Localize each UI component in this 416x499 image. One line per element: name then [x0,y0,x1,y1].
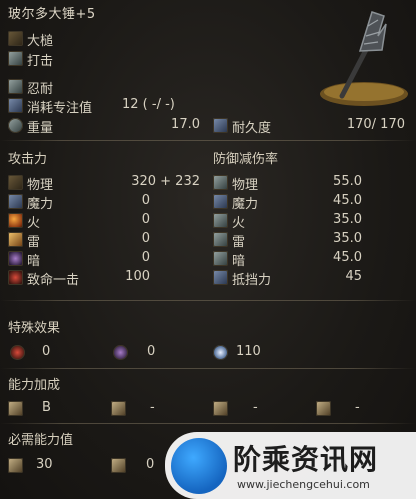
defense-physical-value: 55.0 [333,174,362,189]
durability-icon [213,118,228,133]
stability-icon [213,270,228,285]
weapon-type: 大槌 [27,34,54,49]
defense-dark-label: 暗 [232,254,246,269]
dark-guard-icon [213,251,228,266]
watermark-logo-icon [171,438,227,494]
fire-icon [8,213,23,228]
skill-icon [8,79,23,94]
physical-icon [8,175,23,190]
requirements-heading: 必需能力值 [8,433,74,448]
poison-value: 0 [147,344,156,359]
attack-fire-value: 0 [141,212,150,227]
magic-guard-icon [213,194,228,209]
attack-heading: 攻击力 [8,152,48,167]
weight-value: 17.0 [171,117,200,132]
strength-req-icon [8,458,23,473]
defense-heading: 防御减伤率 [213,152,279,167]
physical-guard-icon [213,175,228,190]
divider [0,368,416,369]
item-title: 玻尔多大锤+5 [8,7,96,22]
durability-value: 170/ 170 [346,117,405,132]
attack-magic-value: 0 [141,193,150,208]
watermark-text: 阶乘资讯网 [233,443,379,476]
defense-magic-label: 魔力 [232,197,259,212]
attack-dark-label: 暗 [27,254,41,269]
divider [0,300,416,301]
frost-value: 110 [236,344,261,359]
frost-icon [213,345,228,360]
attack-physical-label: 物理 [27,178,54,193]
fp-cost-value: 12 ( -/ -) [122,97,175,112]
watermark: 阶乘资讯网 www.jiechengcehui.com [165,432,416,499]
lightning-guard-icon [213,232,228,247]
attack-physical-value: 320 + 232 [131,174,200,189]
defense-lightning-label: 雷 [232,235,246,250]
defense-dark-value: 45.0 [333,250,362,265]
faith-icon [316,401,331,416]
defense-stability-value: 45 [345,269,362,284]
defense-magic-value: 45.0 [333,193,362,208]
fire-guard-icon [213,213,228,228]
dark-icon [8,251,23,266]
attack-lightning-label: 雷 [27,235,41,250]
critical-icon [8,270,23,285]
defense-lightning-value: 35.0 [333,231,362,246]
dexterity-icon [111,401,126,416]
watermark-url: www.jiechengcehui.com [237,478,370,491]
defense-fire-value: 35.0 [333,212,362,227]
divider [0,140,416,141]
magic-icon [8,194,23,209]
scaling-heading: 能力加成 [8,378,61,393]
attack-type: 打击 [27,54,54,69]
weight-icon [8,118,23,133]
intelligence-icon [213,401,228,416]
weapon-type-icon [8,31,23,46]
intelligence-scaling-value: - [253,400,258,415]
weapon-image [320,11,408,106]
skill-name: 忍耐 [27,82,54,97]
poison-icon [113,345,128,360]
durability-label: 耐久度 [232,121,272,136]
bleed-icon [10,345,25,360]
attack-dark-value: 0 [141,250,150,265]
strength-scaling-value: B [42,400,51,415]
attack-magic-label: 魔力 [27,197,54,212]
faith-scaling-value: - [355,400,360,415]
defense-physical-label: 物理 [232,178,259,193]
special-heading: 特殊效果 [8,321,61,336]
weight-label: 重量 [27,121,54,136]
defense-stability-label: 抵挡力 [232,273,272,288]
strength-req-value: 30 [36,457,53,472]
attack-type-icon [8,51,23,66]
strength-icon [8,401,23,416]
dexterity-req-value: 0 [146,457,155,472]
attack-fire-label: 火 [27,216,41,231]
attack-critical-value: 100 [125,269,150,284]
attack-critical-label: 致命一击 [27,273,80,288]
lightning-icon [8,232,23,247]
defense-fire-label: 火 [232,216,246,231]
dexterity-req-icon [111,458,126,473]
bleed-value: 0 [42,344,51,359]
attack-lightning-value: 0 [141,231,150,246]
fp-cost-label: 消耗专注值 [27,101,93,116]
divider [0,423,416,424]
dexterity-scaling-value: - [150,400,155,415]
fp-cost-icon [8,98,23,113]
